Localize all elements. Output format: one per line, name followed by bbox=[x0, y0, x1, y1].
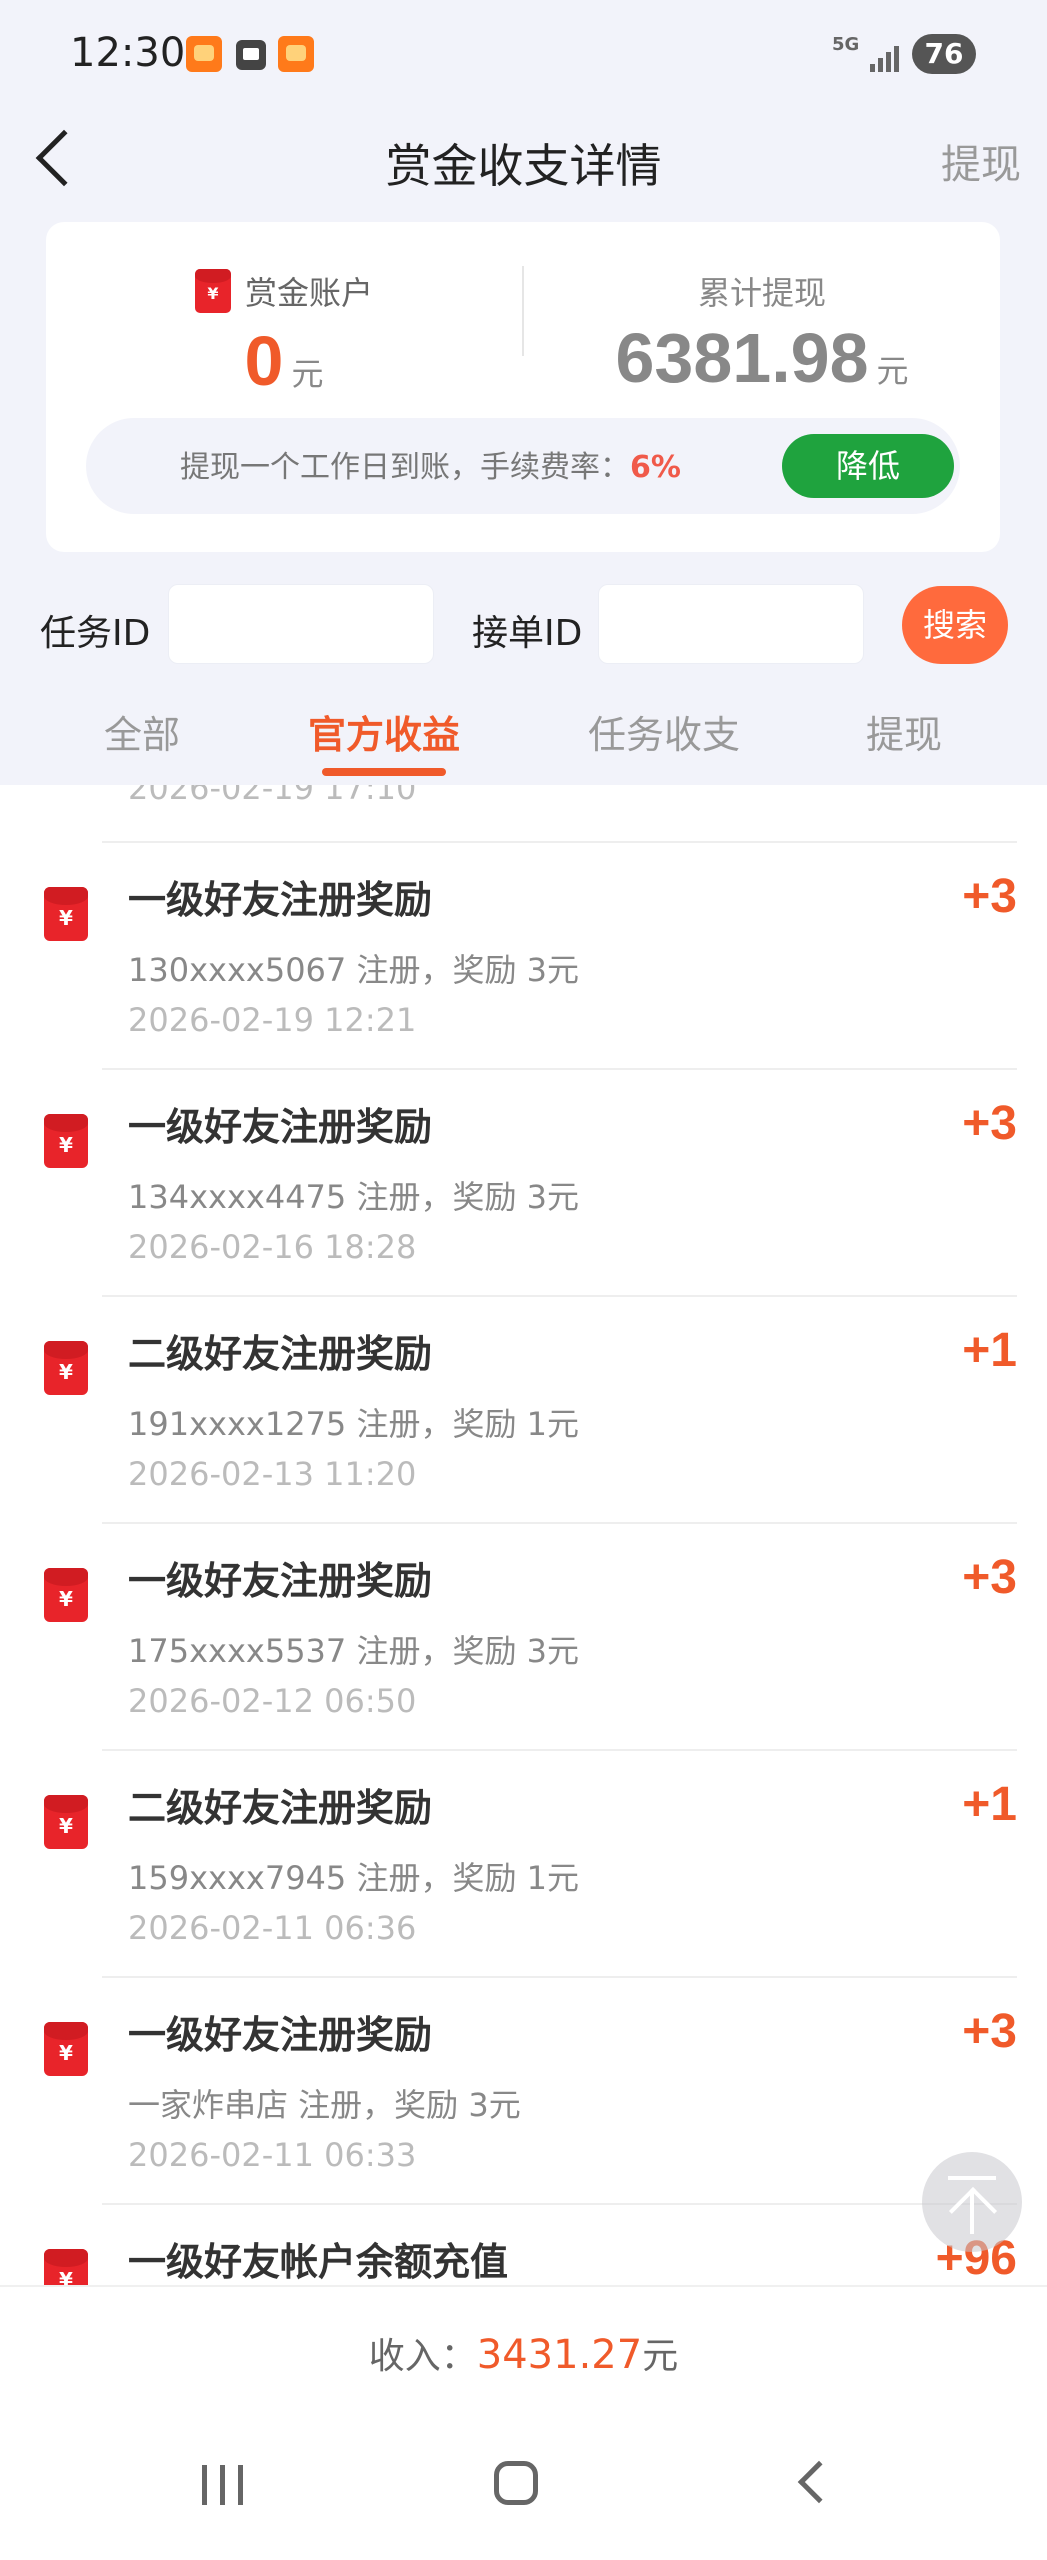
list-item-title: 一级好友注册奖励 bbox=[128, 2013, 433, 2057]
divider bbox=[102, 1522, 1017, 1524]
network-type: 5G bbox=[832, 34, 860, 55]
list-item[interactable]: 一级好友注册奖励 一家炸串店 注册，奖励 3元 2026-02-11 06:33… bbox=[0, 1976, 1047, 2203]
list-item-title: 二级好友注册奖励 bbox=[128, 1786, 433, 1830]
list-item-title: 一级好友注册奖励 bbox=[128, 1559, 433, 1603]
account-label: 赏金账户 bbox=[244, 274, 373, 312]
active-tab-indicator bbox=[322, 768, 446, 776]
list-item[interactable]: 二级好友注册奖励 159xxxx7945 注册，奖励 1元 2026-02-11… bbox=[0, 1749, 1047, 1976]
list-item-amount: +1 bbox=[962, 1324, 1017, 1377]
list-item-date: 2026-02-19 17:10 bbox=[128, 785, 417, 807]
tab-task-income[interactable]: 任务收支 bbox=[588, 704, 740, 759]
red-envelope-icon bbox=[44, 2249, 88, 2285]
divider bbox=[102, 2203, 1017, 2205]
red-envelope-icon bbox=[44, 1114, 88, 1168]
account-value: 0 bbox=[244, 322, 284, 400]
list-item-title: 二级好友注册奖励 bbox=[128, 1332, 433, 1376]
list-item-date: 2026-02-11 06:33 bbox=[128, 2136, 417, 2174]
list-item[interactable]: 一级好友注册奖励 130xxxx5067 注册，奖励 3元 2026-02-19… bbox=[0, 841, 1047, 1068]
list-item[interactable]: 二级好友注册奖励 191xxxx1275 注册，奖励 1元 2026-02-13… bbox=[0, 1295, 1047, 1522]
red-envelope-icon bbox=[44, 887, 88, 941]
list-item-amount: +3 bbox=[962, 870, 1017, 923]
app-notification-icon bbox=[186, 36, 222, 72]
tab-bar: 全部 官方收益 任务收支 提现 bbox=[0, 696, 1047, 786]
battery-badge: 76 bbox=[912, 34, 976, 74]
list-item-amount: +3 bbox=[962, 2005, 1017, 2058]
divider bbox=[102, 1068, 1017, 1070]
status-time: 12:30 bbox=[70, 30, 186, 76]
income-summary-bar: 收入：3431.27元 bbox=[0, 2285, 1047, 2415]
tab-withdraw[interactable]: 提现 bbox=[866, 704, 942, 759]
app-notification-icon bbox=[278, 36, 314, 72]
fee-rate: 6% bbox=[630, 450, 681, 485]
income-label: 收入： bbox=[368, 2336, 477, 2377]
list-item[interactable]: 一级好友注册奖励 175xxxx5537 注册，奖励 3元 2026-02-12… bbox=[0, 1522, 1047, 1749]
task-id-input[interactable] bbox=[168, 584, 434, 664]
withdraw-link[interactable]: 提现 bbox=[941, 132, 1021, 190]
back-to-top-arrow bbox=[970, 2192, 974, 2234]
divider bbox=[102, 1295, 1017, 1297]
check-notification-icon bbox=[236, 40, 266, 70]
list-item-amount: +3 bbox=[962, 1097, 1017, 1150]
list-item-title: 一级好友注册奖励 bbox=[128, 1105, 433, 1149]
red-envelope-icon bbox=[44, 1795, 88, 1849]
reduce-fee-button[interactable]: 降低 bbox=[782, 434, 954, 498]
total-unit: 元 bbox=[876, 352, 909, 390]
list-item-desc: 134xxxx4475 注册，奖励 3元 bbox=[128, 1178, 579, 1216]
summary-card: 赏金账户 0元 累计提现 6381.98元 提现一个工作日到账，手续费率：6% … bbox=[46, 222, 1000, 552]
list-item-title: 一级好友注册奖励 bbox=[128, 878, 433, 922]
list-item-amount: +3 bbox=[962, 1551, 1017, 1604]
home-icon[interactable] bbox=[494, 2461, 538, 2505]
total-value: 6381.98 bbox=[615, 319, 869, 397]
list-item-date: 2026-02-13 11:20 bbox=[128, 1455, 417, 1493]
list-item-title: 一级好友帐户余额充值 bbox=[128, 2240, 509, 2284]
search-row: 任务ID 接单ID 搜索 bbox=[0, 584, 1047, 668]
list-item-date: 2026-02-16 18:28 bbox=[128, 1228, 417, 1266]
status-bar: 12:30 5G 76 bbox=[0, 0, 1047, 110]
list-item-desc: 130xxxx5067 注册，奖励 3元 bbox=[128, 951, 579, 989]
income-unit: 元 bbox=[642, 2336, 679, 2377]
income-list: 2026-02-19 17:10 一级好友注册奖励 130xxxx5067 注册… bbox=[0, 785, 1047, 2285]
order-id-input[interactable] bbox=[598, 584, 864, 664]
account-unit: 元 bbox=[291, 355, 324, 393]
red-envelope-icon bbox=[44, 1568, 88, 1622]
total-withdrawn: 累计提现 6381.98 元 bbox=[524, 268, 1000, 398]
signal-icon bbox=[870, 40, 906, 72]
total-label: 累计提现 bbox=[697, 274, 826, 312]
tab-official-income[interactable]: 官方收益 bbox=[308, 704, 460, 759]
list-item-desc: 159xxxx7945 注册，奖励 1元 bbox=[128, 1859, 579, 1897]
recent-apps-icon[interactable] bbox=[202, 2465, 246, 2505]
nav-back-icon[interactable] bbox=[797, 2460, 841, 2504]
list-item[interactable]: 一级好友帐户余额充值 +96 bbox=[0, 2203, 1047, 2285]
page-title: 赏金收支详情 bbox=[385, 139, 662, 193]
list-item-desc: 191xxxx1275 注册，奖励 1元 bbox=[128, 1405, 579, 1443]
list-item-date: 2026-02-11 06:36 bbox=[128, 1909, 417, 1947]
red-envelope-icon bbox=[44, 1341, 88, 1395]
search-button[interactable]: 搜索 bbox=[902, 586, 1008, 664]
divider bbox=[102, 1749, 1017, 1751]
bounty-account: 赏金账户 0元 bbox=[46, 268, 522, 401]
list-item-desc: 175xxxx5537 注册，奖励 3元 bbox=[128, 1632, 579, 1670]
tab-all[interactable]: 全部 bbox=[104, 704, 180, 759]
divider bbox=[102, 1976, 1017, 1978]
fee-text: 提现一个工作日到账，手续费率： bbox=[180, 450, 630, 485]
list-item[interactable]: 一级好友注册奖励 134xxxx4475 注册，奖励 3元 2026-02-16… bbox=[0, 1068, 1047, 1295]
red-envelope-icon bbox=[194, 269, 231, 313]
header: 赏金收支详情 提现 bbox=[0, 110, 1047, 210]
list-item-amount: +1 bbox=[962, 1778, 1017, 1831]
income-value: 3431.27 bbox=[476, 2332, 643, 2378]
list-item-desc: 一家炸串店 注册，奖励 3元 bbox=[128, 2086, 521, 2124]
task-id-label: 任务ID bbox=[40, 613, 151, 654]
red-envelope-icon bbox=[44, 2022, 88, 2076]
divider bbox=[102, 841, 1017, 843]
order-id-label: 接单ID bbox=[472, 613, 583, 654]
list-item-date: 2026-02-19 12:21 bbox=[128, 1001, 417, 1039]
fee-info-bar: 提现一个工作日到账，手续费率：6% 降低 bbox=[86, 418, 960, 514]
system-nav-bar bbox=[0, 2415, 1047, 2560]
list-item-date: 2026-02-12 06:50 bbox=[128, 1682, 417, 1720]
